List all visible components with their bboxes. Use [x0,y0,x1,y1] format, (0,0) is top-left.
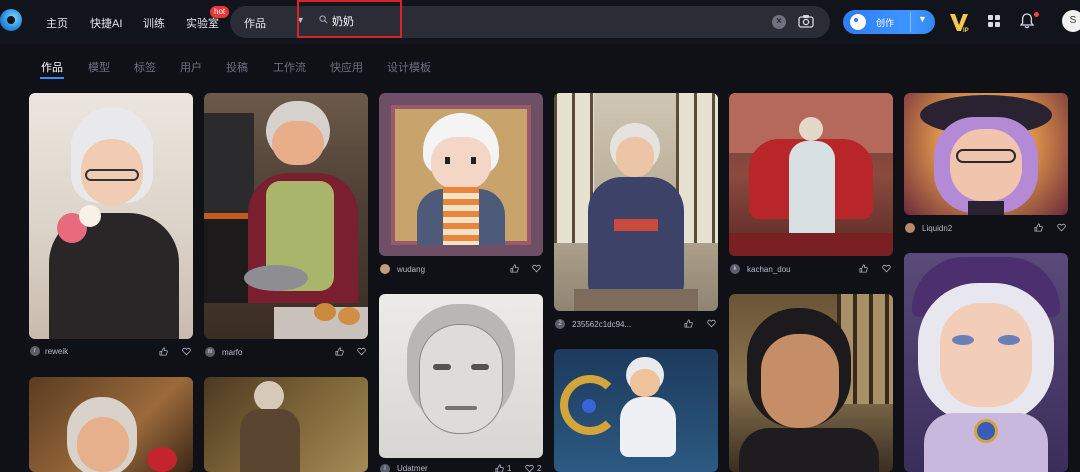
heart-icon[interactable] [182,347,191,356]
thumbs-up-icon[interactable] [159,347,168,356]
heart-icon[interactable] [532,264,541,273]
create-button-label: 创作 [876,18,895,28]
tab-design-templates[interactable]: 设计模板 [387,59,431,75]
author-avatar[interactable]: m [205,347,215,357]
thumbs-up-icon[interactable] [1034,223,1043,232]
artwork-image[interactable] [379,294,543,458]
clear-icon[interactable]: × [772,15,786,29]
artwork-image[interactable] [554,93,718,311]
tab-tags[interactable]: 标签 [134,59,156,75]
author-name[interactable]: Udatmer [397,464,428,472]
artwork-image[interactable] [904,253,1068,472]
heart-icon[interactable] [357,347,366,356]
create-dropdown-icon[interactable]: ▼ [918,14,927,24]
active-tab-indicator [40,77,64,79]
artwork-image[interactable] [554,349,718,472]
vip-icon[interactable]: IP [948,11,972,33]
author-name[interactable]: reweik [45,347,68,356]
author-avatar[interactable] [380,264,390,274]
site-logo[interactable] [0,9,22,31]
tab-models[interactable]: 模型 [88,59,110,75]
heart-count: 2 [537,464,542,472]
author-name[interactable]: Liquidn2 [922,224,952,233]
create-divider [910,12,911,32]
like-count: 1 [507,464,512,472]
highlight-box [297,0,402,38]
artwork-image[interactable] [29,93,193,339]
svg-text:IP: IP [963,28,969,33]
user-avatar[interactable]: S [1062,10,1080,32]
heart-icon[interactable] [525,464,534,472]
thumbs-up-icon[interactable] [335,347,344,356]
thumbs-up-icon[interactable] [684,319,693,328]
apps-grid-icon[interactable] [988,15,1001,28]
artwork-image[interactable] [29,377,193,472]
tab-works[interactable]: 作品 [41,59,63,75]
tab-workflows[interactable]: 工作流 [273,59,306,75]
artwork-image[interactable] [729,294,893,472]
artwork-image[interactable] [379,93,543,256]
notification-dot [1034,12,1039,17]
author-name[interactable]: wudang [397,265,425,274]
artwork-image[interactable] [204,377,368,472]
tab-quick-apps[interactable]: 快应用 [330,59,363,75]
author-avatar[interactable]: 2 [555,319,565,329]
author-avatar[interactable]: r [30,346,40,356]
tab-users[interactable]: 用户 [180,59,202,75]
author-name[interactable]: marfo [222,348,242,357]
tab-submissions[interactable]: 投稿 [226,59,248,75]
artwork-image[interactable] [729,93,893,256]
hot-badge: hot [210,6,230,18]
author-avatar[interactable]: k [730,264,740,274]
heart-icon[interactable] [1057,223,1066,232]
artwork-image[interactable] [204,93,368,339]
heart-icon[interactable] [882,264,891,273]
bell-icon[interactable] [1020,13,1034,29]
author-name[interactable]: kachan_dou [747,265,791,274]
nav-train[interactable]: 训练 [143,15,165,31]
search-type-select[interactable]: 作品 [244,15,266,31]
nav-home[interactable]: 主页 [46,15,68,31]
author-name[interactable]: 235562c1dc94... [572,320,631,329]
thumbs-up-icon[interactable] [495,464,504,472]
camera-icon[interactable] [798,14,814,28]
author-avatar[interactable] [905,223,915,233]
palette-icon [850,14,866,30]
thumbs-up-icon[interactable] [859,264,868,273]
artwork-image[interactable] [904,93,1068,215]
heart-icon[interactable] [707,319,716,328]
nav-quick-ai[interactable]: 快捷AI [90,15,122,31]
author-avatar[interactable]: l [380,464,390,472]
thumbs-up-icon[interactable] [510,264,519,273]
